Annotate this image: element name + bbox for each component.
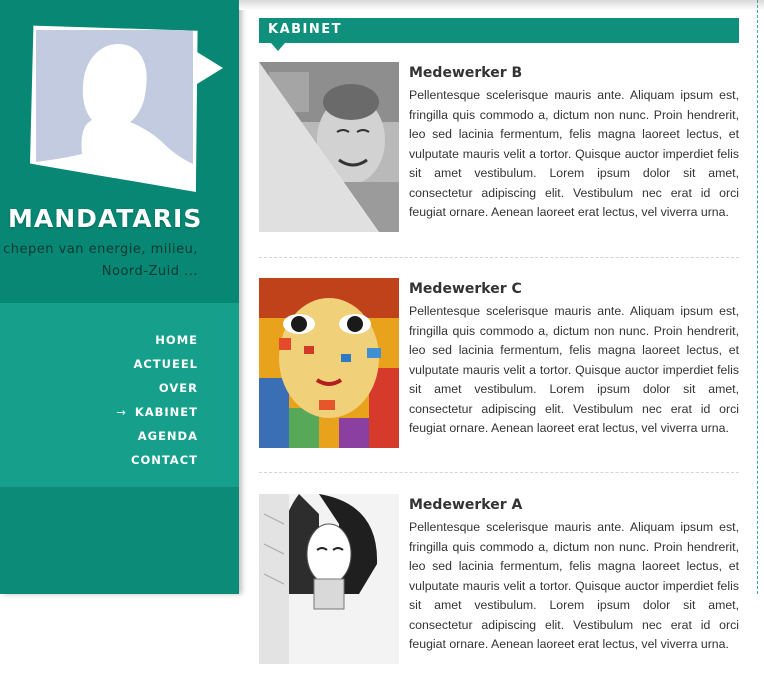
section-title: KABINET (268, 22, 343, 37)
section-header: KABINET (259, 18, 739, 43)
portrait-sketch-image (259, 62, 399, 232)
section-notch-icon (271, 43, 285, 51)
nav-item-label: HOME (155, 333, 198, 347)
staff-entry: Medewerker B Pellentesque scelerisque ma… (259, 62, 739, 262)
portrait-manga-image (259, 494, 399, 664)
staff-bio: Pellentesque scelerisque mauris ante. Al… (409, 304, 739, 435)
staff-photo[interactable] (259, 494, 399, 664)
sidebar: MANDATARIS chepen van energie, milieu, N… (0, 0, 239, 594)
avatar-silhouette-icon (36, 30, 193, 178)
tagline-line-1: chepen van energie, milieu, (3, 242, 198, 257)
staff-entry: Medewerker A Pellentesque scelerisque ma… (259, 494, 739, 694)
nav-item-home[interactable]: HOME (117, 328, 198, 352)
staff-photo[interactable] (259, 62, 399, 232)
site-tagline: chepen van energie, milieu, Noord-Zuid .… (0, 239, 198, 283)
sidebar-profile-panel: MANDATARIS chepen van energie, milieu, N… (0, 0, 239, 303)
nav-item-label: CONTACT (131, 453, 198, 467)
staff-name[interactable]: Medewerker B (409, 65, 522, 81)
right-dashed-border (757, 0, 758, 594)
main-content: KABINET Medewerker B Pellentesque sceler… (259, 0, 739, 664)
avatar (30, 24, 224, 194)
nav-item-label: ACTUEEL (133, 357, 198, 371)
staff-bio: Pellentesque scelerisque mauris ante. Al… (409, 88, 739, 219)
staff-entry: Medewerker C Pellentesque scelerisque ma… (259, 278, 739, 478)
nav-item-kabinet[interactable]: → KABINET (117, 400, 198, 424)
staff-name[interactable]: Medewerker C (409, 281, 522, 297)
avatar-card (30, 25, 198, 192)
tagline-line-2: Noord-Zuid ... (101, 264, 198, 279)
staff-name[interactable]: Medewerker A (409, 497, 522, 513)
portrait-colorful-image (259, 278, 399, 448)
avatar-pointer-icon (197, 52, 223, 84)
nav-item-over[interactable]: OVER (117, 376, 198, 400)
nav-item-label: AGENDA (137, 429, 198, 443)
entry-divider (259, 257, 739, 258)
nav-item-label: OVER (158, 381, 198, 395)
nav-panel: HOME ACTUEEL OVER → KABINET AGENDA CONTAC… (0, 303, 239, 487)
staff-bio: Pellentesque scelerisque mauris ante. Al… (409, 520, 739, 651)
entry-divider (259, 472, 739, 473)
staff-photo[interactable] (259, 278, 399, 448)
nav-item-actueel[interactable]: ACTUEEL (117, 352, 198, 376)
nav-item-agenda[interactable]: AGENDA (117, 424, 198, 448)
main-nav: HOME ACTUEEL OVER → KABINET AGENDA CONTAC… (117, 328, 198, 472)
nav-item-contact[interactable]: CONTACT (117, 448, 198, 472)
arrow-right-icon: → (116, 406, 127, 419)
site-title: MANDATARIS (8, 204, 203, 233)
nav-item-label: KABINET (134, 405, 198, 419)
